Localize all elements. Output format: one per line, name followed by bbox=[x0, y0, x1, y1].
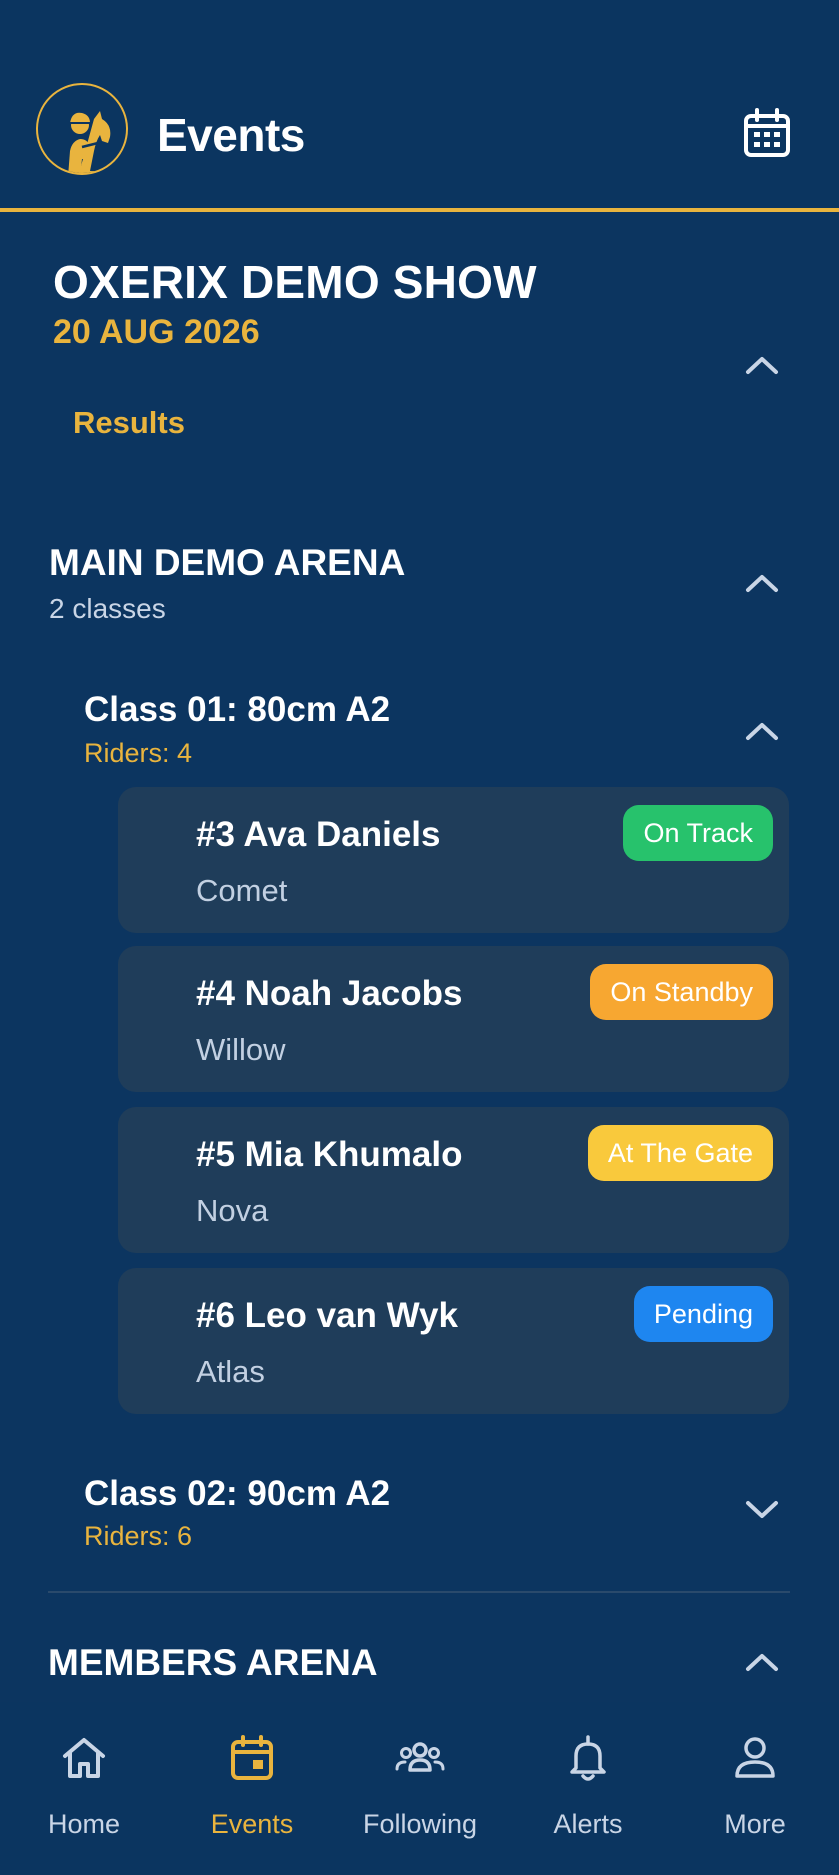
arena-class-count: 2 classes bbox=[49, 593, 166, 624]
horse-rider-logo bbox=[36, 83, 128, 175]
class-riders-count: Riders: 4 bbox=[84, 738, 193, 768]
chevron-up-icon bbox=[746, 723, 778, 740]
nav-label: More bbox=[724, 1809, 786, 1839]
app-header: Events bbox=[0, 0, 839, 212]
calendar-icon bbox=[744, 108, 790, 157]
bell-icon bbox=[570, 1735, 606, 1781]
horse-name: Willow bbox=[196, 1032, 286, 1067]
nav-item-home[interactable]: Home bbox=[0, 1702, 168, 1875]
horse-name: Comet bbox=[196, 873, 288, 908]
rider-name: #5 Mia Khumalo bbox=[196, 1135, 463, 1174]
nav-label: Events bbox=[210, 1809, 294, 1839]
rider-card[interactable]: #4 Noah Jacobs Willow On Standby bbox=[118, 946, 789, 1092]
class-collapse-button[interactable] bbox=[742, 716, 782, 746]
rider-name: #4 Noah Jacobs bbox=[196, 974, 463, 1013]
bottom-navigation: Home Events Following Alerts More bbox=[0, 1702, 839, 1875]
arena-collapse-button[interactable] bbox=[742, 568, 782, 598]
event-date: 20 AUG 2026 bbox=[53, 313, 260, 351]
event-name: OXERIX DEMO SHOW bbox=[53, 256, 537, 308]
nav-label: Following bbox=[362, 1809, 478, 1839]
people-icon bbox=[395, 1742, 445, 1772]
chevron-up-icon bbox=[746, 357, 778, 374]
user-icon bbox=[735, 1737, 775, 1778]
rider-card[interactable]: #6 Leo van Wyk Atlas Pending bbox=[118, 1268, 789, 1414]
results-link[interactable]: Results bbox=[73, 405, 185, 441]
arena-name: MAIN DEMO ARENA bbox=[49, 542, 406, 583]
nav-item-events[interactable]: Events bbox=[168, 1702, 336, 1875]
status-badge: On Standby bbox=[590, 964, 773, 1020]
events-screen: Events OXERIX DEMO SHOW 20 AUG 2026 Resu… bbox=[0, 0, 839, 1875]
nav-label: Alerts bbox=[553, 1809, 623, 1839]
home-icon bbox=[63, 1738, 105, 1778]
nav-item-more[interactable]: More bbox=[671, 1702, 839, 1875]
nav-label: Home bbox=[47, 1809, 121, 1839]
class-title[interactable]: Class 01: 80cm A2 bbox=[84, 690, 390, 730]
calendar-icon bbox=[231, 1735, 273, 1780]
rider-name: #3 Ava Daniels bbox=[196, 815, 441, 854]
nav-item-following[interactable]: Following bbox=[336, 1702, 504, 1875]
page-title: Events bbox=[157, 109, 305, 161]
horse-name: Atlas bbox=[196, 1354, 265, 1389]
status-badge: At The Gate bbox=[587, 1125, 773, 1181]
chevron-up-icon bbox=[746, 575, 778, 592]
event-collapse-button[interactable] bbox=[742, 350, 782, 380]
class-expand-button[interactable] bbox=[742, 1494, 782, 1524]
class-riders-count: Riders: 6 bbox=[84, 1521, 193, 1551]
horse-name: Nova bbox=[196, 1193, 269, 1228]
arena-name: MEMBERS ARENA bbox=[48, 1642, 378, 1683]
class-title[interactable]: Class 02: 90cm A2 bbox=[84, 1474, 390, 1514]
chevron-down-icon bbox=[746, 1501, 778, 1518]
arena-collapse-button[interactable] bbox=[742, 1647, 782, 1677]
calendar-button[interactable] bbox=[740, 106, 794, 160]
status-badge: On Track bbox=[623, 805, 773, 861]
status-badge: Pending bbox=[633, 1286, 773, 1342]
chevron-up-icon bbox=[746, 1654, 778, 1671]
rider-card[interactable]: #5 Mia Khumalo Nova At The Gate bbox=[118, 1107, 789, 1253]
rider-card[interactable]: #3 Ava Daniels Comet On Track bbox=[118, 787, 789, 933]
rider-name: #6 Leo van Wyk bbox=[196, 1296, 458, 1335]
section-divider bbox=[48, 1591, 790, 1593]
nav-item-alerts[interactable]: Alerts bbox=[504, 1702, 672, 1875]
